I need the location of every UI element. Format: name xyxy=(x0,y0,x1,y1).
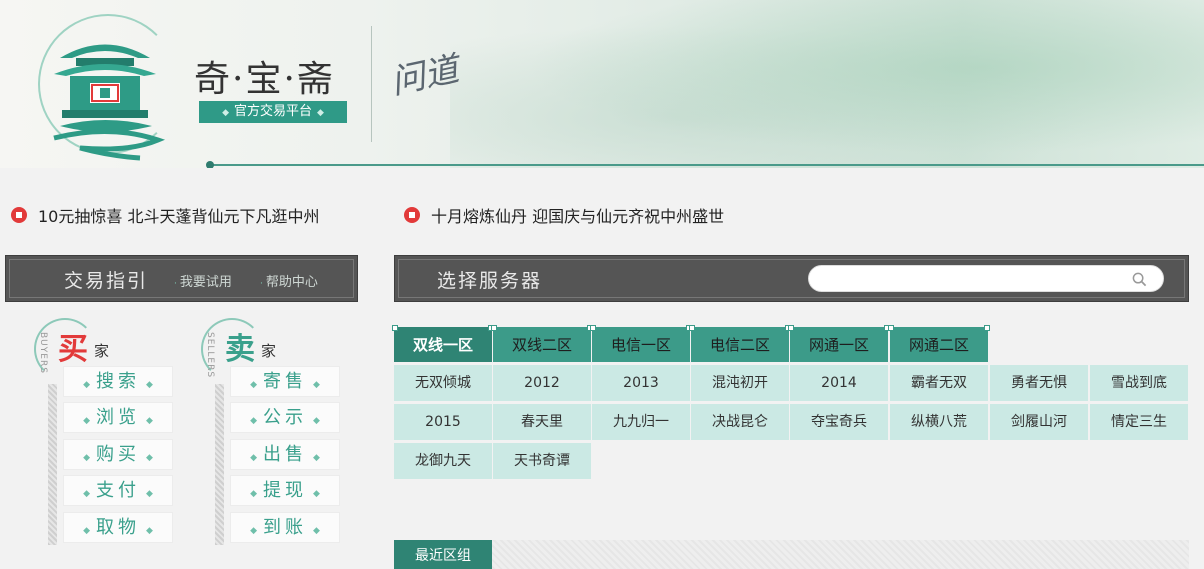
header-landscape-background xyxy=(450,0,1204,168)
server-cell[interactable]: 龙御九天 xyxy=(394,443,492,479)
tab-server-telecom-1[interactable]: 电信一区 xyxy=(590,325,692,362)
tab-server-telecom-2[interactable]: 电信二区 xyxy=(689,325,791,362)
buyer-menu-search[interactable]: ◆ 搜索 ◆ xyxy=(63,366,173,397)
brand-subtitle: 官方交易平台 xyxy=(233,104,312,119)
tab-recent-group[interactable]: 最近区组 xyxy=(394,540,492,569)
server-search-input[interactable] xyxy=(823,270,1123,288)
trade-guide-bar: 交易指引 · 我要试用 · 帮助中心 xyxy=(5,255,358,302)
server-search-box[interactable] xyxy=(808,265,1164,292)
buyer-rail xyxy=(48,384,57,545)
server-cell[interactable]: 混沌初开 xyxy=(691,365,789,401)
news-text[interactable]: 十月熔炼仙丹 迎国庆与仙元齐祝中州盛世 xyxy=(431,203,724,227)
seller-menu-received[interactable]: ◆ 到账 ◆ xyxy=(230,512,340,543)
news-item[interactable]: 10元抽惊喜 北斗天蓬背仙元下凡逛中州 xyxy=(11,201,319,229)
help-center-label[interactable]: 帮助中心 xyxy=(266,275,318,290)
server-cell[interactable]: 决战昆仑 xyxy=(691,404,789,440)
server-select-title: 选择服务器 xyxy=(437,270,543,292)
seller-menu-consign[interactable]: ◆ 寄售 ◆ xyxy=(230,366,340,397)
server-select-bar: 选择服务器 xyxy=(394,255,1189,302)
server-cell[interactable]: 九九归一 xyxy=(592,404,690,440)
news-text[interactable]: 10元抽惊喜 北斗天蓬背仙元下凡逛中州 xyxy=(38,203,319,227)
buyer-english-label: BUYERS xyxy=(38,332,48,374)
try-it-link[interactable]: · 我要试用 xyxy=(174,271,232,290)
header-divider xyxy=(371,26,372,142)
server-cell[interactable]: 剑履山河 xyxy=(990,404,1088,440)
buyer-menu-browse[interactable]: ◆ 浏览 ◆ xyxy=(63,402,173,433)
server-cell[interactable]: 情定三生 xyxy=(1090,404,1188,440)
help-center-link[interactable]: · 帮助中心 xyxy=(260,271,318,290)
seller-menu-publicity[interactable]: ◆ 公示 ◆ xyxy=(230,402,340,433)
buyer-small-char: 家 xyxy=(94,342,110,360)
site-header: 奇·宝·斋 ◆ 官方交易平台 ◆ 问道 xyxy=(0,0,1204,168)
try-it-label[interactable]: 我要试用 xyxy=(180,275,232,290)
server-cell[interactable]: 2015 xyxy=(394,404,492,440)
tab-server-netcom-1[interactable]: 网通一区 xyxy=(788,325,890,362)
server-cell[interactable]: 春天里 xyxy=(493,404,591,440)
diamond-icon: ◆ xyxy=(317,108,324,118)
server-cell[interactable]: 雪战到底 xyxy=(1090,365,1188,401)
server-cell[interactable]: 2013 xyxy=(592,365,690,401)
tab-server-dual-2[interactable]: 双线二区 xyxy=(491,325,593,362)
server-cell[interactable]: 2014 xyxy=(790,365,888,401)
server-cell[interactable]: 霸者无双 xyxy=(890,365,988,401)
pavilion-icon[interactable] xyxy=(40,26,170,166)
trade-guide-title: 交易指引 xyxy=(64,270,149,292)
server-cell[interactable]: 勇者无惧 xyxy=(990,365,1088,401)
buyer-menu-buy[interactable]: ◆ 购买 ◆ xyxy=(63,439,173,470)
recent-group-bar xyxy=(394,540,1189,569)
seller-small-char: 家 xyxy=(261,342,277,360)
server-cell[interactable]: 无双倾城 xyxy=(394,365,492,401)
news-item[interactable]: 十月熔炼仙丹 迎国庆与仙元齐祝中州盛世 xyxy=(404,201,724,229)
buyer-big-char: 买 xyxy=(58,332,88,367)
tab-server-dual-1[interactable]: 双线一区 xyxy=(392,325,494,362)
seller-menu-sell[interactable]: ◆ 出售 ◆ xyxy=(230,439,340,470)
seller-big-char: 卖 xyxy=(225,332,255,367)
brand-subtitle-badge: ◆ 官方交易平台 ◆ xyxy=(199,101,347,123)
buyer-menu-collect[interactable]: ◆ 取物 ◆ xyxy=(63,512,173,543)
news-bullet-icon xyxy=(404,207,420,223)
tab-server-netcom-2[interactable]: 网通二区 xyxy=(888,325,990,362)
diamond-icon: ◆ xyxy=(222,108,229,118)
dot-icon: · xyxy=(260,279,263,289)
seller-english-label: SELLERS xyxy=(205,332,215,379)
server-cell[interactable]: 2012 xyxy=(493,365,591,401)
header-baseline-dot xyxy=(206,161,214,168)
server-cell[interactable]: 纵横八荒 xyxy=(890,404,988,440)
brand-title: 奇·宝·斋 xyxy=(194,59,335,100)
seller-rail xyxy=(215,384,224,545)
news-bullet-icon xyxy=(11,207,27,223)
buyer-menu-pay[interactable]: ◆ 支付 ◆ xyxy=(63,475,173,506)
server-cell[interactable]: 天书奇谭 xyxy=(493,443,591,479)
dot-icon: · xyxy=(174,279,177,289)
header-baseline xyxy=(210,164,1204,166)
search-icon[interactable] xyxy=(1132,272,1147,287)
server-cell[interactable]: 夺宝奇兵 xyxy=(790,404,888,440)
seller-menu-withdraw[interactable]: ◆ 提现 ◆ xyxy=(230,475,340,506)
